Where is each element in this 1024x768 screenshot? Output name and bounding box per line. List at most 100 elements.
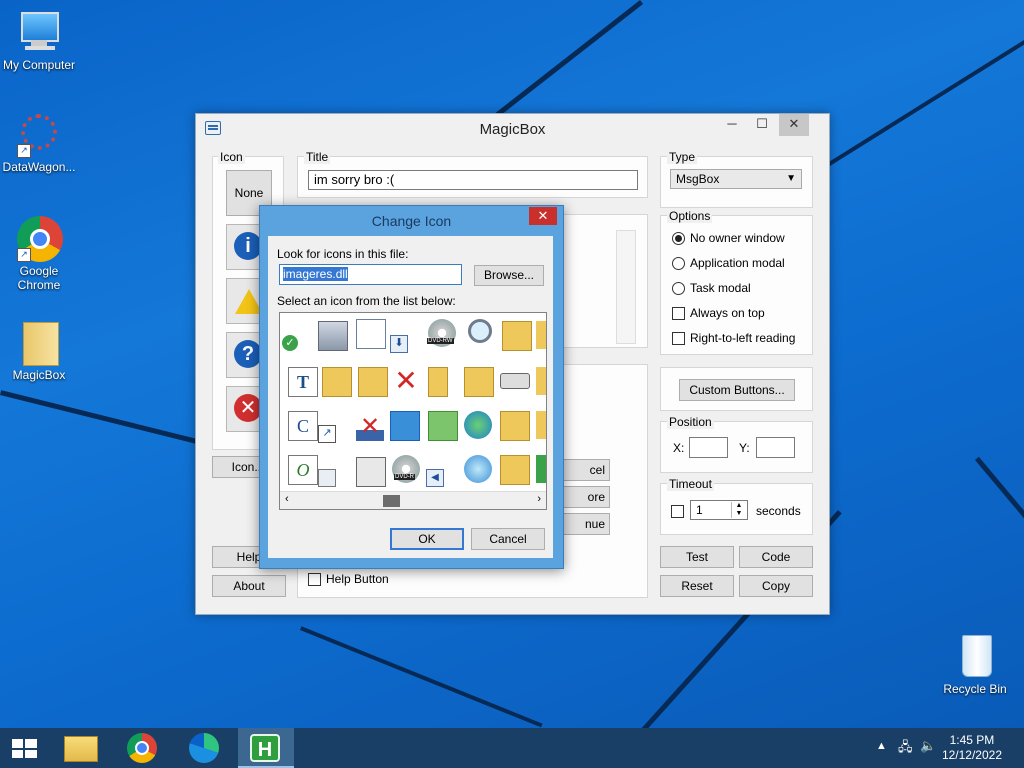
shortcut-arrow-icon: ↗ [17,248,31,262]
folder-checklist-icon[interactable] [358,367,388,397]
timeout-checkbox[interactable] [671,505,684,518]
partial-icon[interactable] [536,455,546,483]
radio [672,281,685,295]
media-add-icon[interactable] [464,455,492,483]
position-y-input[interactable] [756,437,795,458]
checkbox-box [672,331,685,345]
minimize-button[interactable]: ─ [717,114,747,136]
browse-button[interactable]: Browse... [474,265,544,286]
opentype-font-icon[interactable]: O [288,455,318,485]
folder-blue-icon[interactable] [500,411,530,441]
clock[interactable]: 1:45 PM 12/12/2022 [942,733,1002,763]
title-input[interactable]: im sorry bro :( [308,170,638,190]
contacts-icon[interactable] [318,469,336,487]
delete-drive-icon[interactable]: ✕ [356,413,384,441]
show-hidden-icons[interactable]: ▲ [876,740,887,752]
option-no-owner-window[interactable]: No owner window [672,231,785,245]
question-icon: ? [234,340,262,368]
keyboard-icon[interactable] [500,373,530,389]
cancel-partial-button[interactable]: cel [562,459,610,481]
ok-button[interactable]: OK [390,528,464,550]
folder-icon [64,736,98,762]
cancel-button[interactable]: Cancel [471,528,545,550]
folder-partial-icon[interactable] [536,411,546,439]
title-bar[interactable]: MagicBox ─ ☐ ✕ [196,114,829,144]
red-x-icon[interactable]: ✕ [392,367,420,395]
desktop-icon-label: MagicBox [12,368,66,382]
code-button[interactable]: Code [739,546,813,568]
folder-download-icon[interactable] [500,455,530,485]
checklist-icon[interactable] [356,319,386,349]
green-arrow-icon[interactable] [428,411,458,441]
dvd-r-icon[interactable]: DVD-R [392,455,420,483]
network-icon[interactable]: 🖧 [898,738,913,760]
speaker-icon[interactable]: ◀ [426,469,444,487]
user-card-icon[interactable] [356,457,386,487]
edge-icon [189,733,219,763]
zip-folder-icon[interactable] [428,367,448,397]
folder-icon[interactable] [322,367,352,397]
about-button[interactable]: About [212,575,286,597]
desktop-icon-magicbox[interactable]: MagicBox [0,318,78,382]
font-icon[interactable]: T [288,367,318,397]
option-label: Application modal [690,256,785,270]
users-folder-icon[interactable] [464,367,494,397]
desktop-icon-label: Recycle Bin [943,682,1007,696]
dvd-rw-icon[interactable]: DVD-RW [427,319,456,347]
timeout-input[interactable]: 1 ▲ ▼ [690,500,748,520]
icon-list[interactable]: ✓ ⬇ DVD-RW T ✕ C ↗ ✕ O DVD-R ◀ ‹ › [279,312,547,510]
test-button[interactable]: Test [660,546,734,568]
download-arrow-icon[interactable]: ⬇ [390,335,408,353]
network-share-icon[interactable] [390,411,420,441]
taskbar: H ▲ 🖧 🔈 1:45 PM 12/12/2022 [0,728,1024,768]
help-button-checkbox[interactable]: Help Button [308,572,389,586]
program-window-icon[interactable] [318,321,348,351]
folder-partial-icon[interactable] [536,367,546,395]
option-right-to-left[interactable]: Right-to-left reading [672,331,795,345]
spinner-arrows-icon[interactable]: ▲ ▼ [731,502,746,518]
dialog-title-bar[interactable]: Change Icon ✕ [260,206,563,234]
reset-button[interactable]: Reset [660,575,734,597]
custom-buttons-button[interactable]: Custom Buttons... [679,379,795,401]
file-input[interactable]: imageres.dll [279,264,462,285]
position-x-input[interactable] [689,437,728,458]
list-label: Select an icon from the list below: [277,294,456,308]
font-file-icon[interactable]: C [288,411,318,441]
volume-icon[interactable]: 🔈 [920,738,936,754]
timeout-value: 1 [696,503,703,517]
globe-icon[interactable] [464,411,492,439]
continue-partial-button[interactable]: nue [562,513,610,535]
desktop-icon-datawagon[interactable]: ↗ DataWagon... [0,110,78,174]
maximize-button[interactable]: ☐ [747,114,777,136]
timeout-group-label: Timeout [667,477,714,491]
close-button[interactable]: ✕ [779,114,809,136]
desktop-icon-my-computer[interactable]: My Computer [0,8,78,72]
ignore-partial-button[interactable]: ore [562,486,610,508]
copy-button[interactable]: Copy [739,575,813,597]
chevron-right-icon[interactable]: › [537,493,541,505]
desktop-icon-google-chrome[interactable]: ↗ Google Chrome [0,214,78,292]
shortcut-arrow-icon[interactable]: ↗ [318,425,336,443]
desktop-icon-recycle-bin[interactable]: Recycle Bin [936,632,1014,696]
clock-date: 12/12/2022 [941,748,1002,762]
option-always-on-top[interactable]: Always on top [672,306,765,320]
help-button-label: Help Button [326,572,389,586]
taskbar-magicbox[interactable]: H [238,728,294,768]
taskbar-edge[interactable] [176,728,232,768]
dialog-body: Look for icons in this file: imageres.dl… [268,236,553,558]
magnifier-icon[interactable] [468,319,492,343]
taskbar-file-explorer[interactable] [52,728,108,768]
folder-partial-icon[interactable] [536,321,546,349]
start-button[interactable] [0,728,48,768]
chevron-left-icon[interactable]: ‹ [285,493,289,505]
option-application-modal[interactable]: Application modal [672,256,785,270]
taskbar-chrome[interactable] [114,728,170,768]
message-scrollbar[interactable] [616,230,636,344]
checkmark-icon[interactable]: ✓ [282,335,298,351]
type-select[interactable]: MsgBox ▼ [670,169,802,189]
scroll-thumb[interactable] [383,495,400,507]
folder-doc-icon[interactable] [502,321,532,351]
icon-list-scrollbar[interactable]: ‹ › [280,491,546,509]
option-task-modal[interactable]: Task modal [672,281,751,295]
dialog-close-button[interactable]: ✕ [529,207,557,225]
